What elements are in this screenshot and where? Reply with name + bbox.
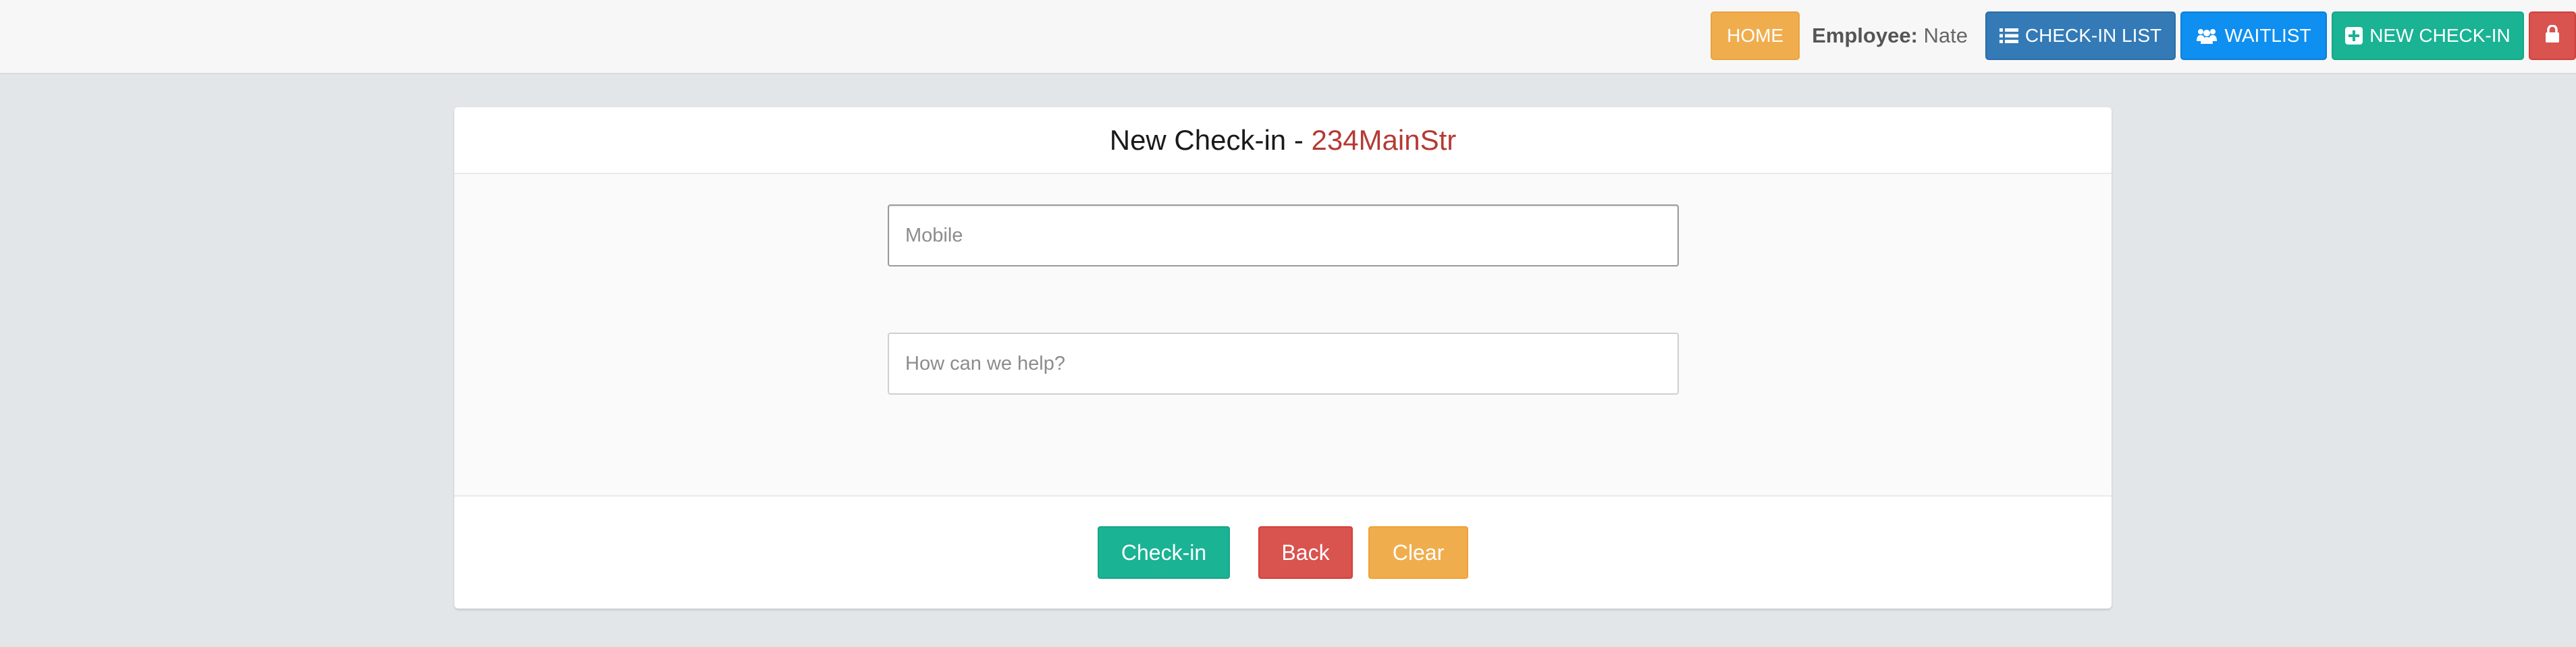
clear-button-label: Clear (1392, 540, 1445, 565)
checkin-form (454, 174, 2112, 495)
waitlist-button[interactable]: WAITLIST (2180, 11, 2327, 60)
mobile-input[interactable] (888, 204, 1679, 266)
home-button-label: HOME (1727, 25, 1784, 46)
store-name: 234MainStr (1311, 123, 1457, 156)
employee-name: Nate (1923, 24, 1968, 47)
checkin-button-label: Check-in (1121, 540, 1207, 565)
list-icon (1999, 28, 2018, 44)
panel-footer: Check-in Back Clear (454, 495, 2112, 609)
new-checkin-panel: New Check-in - 234MainStr Check-in Back … (454, 107, 2112, 609)
lock-icon (2545, 24, 2560, 47)
waitlist-label: WAITLIST (2224, 25, 2311, 46)
checkin-list-label: CHECK-IN LIST (2024, 25, 2162, 46)
checkin-button[interactable]: Check-in (1098, 526, 1230, 579)
new-checkin-label: NEW CHECK-IN (2369, 25, 2511, 46)
nav-actions: HOME Employee: Nate CHECK-IN LIST WAITLI… (1711, 11, 2576, 60)
new-checkin-button[interactable]: NEW CHECK-IN (2332, 11, 2524, 60)
panel-header: New Check-in - 234MainStr (454, 107, 2112, 174)
clear-button[interactable]: Clear (1368, 526, 1468, 579)
checkin-list-button[interactable]: CHECK-IN LIST (1985, 11, 2176, 60)
lock-button[interactable] (2529, 11, 2576, 60)
plus-square-icon (2345, 27, 2363, 45)
back-button-label: Back (1281, 540, 1330, 565)
top-navbar: HOME Employee: Nate CHECK-IN LIST WAITLI… (0, 0, 2576, 74)
users-icon (2196, 28, 2218, 44)
home-button[interactable]: HOME (1711, 11, 1800, 60)
page-title: New Check-in - (1109, 123, 1312, 156)
back-button[interactable]: Back (1258, 526, 1353, 579)
help-input[interactable] (888, 333, 1679, 395)
employee-label: Employee: (1812, 24, 1918, 47)
employee-info: Employee: Nate (1812, 24, 1968, 48)
